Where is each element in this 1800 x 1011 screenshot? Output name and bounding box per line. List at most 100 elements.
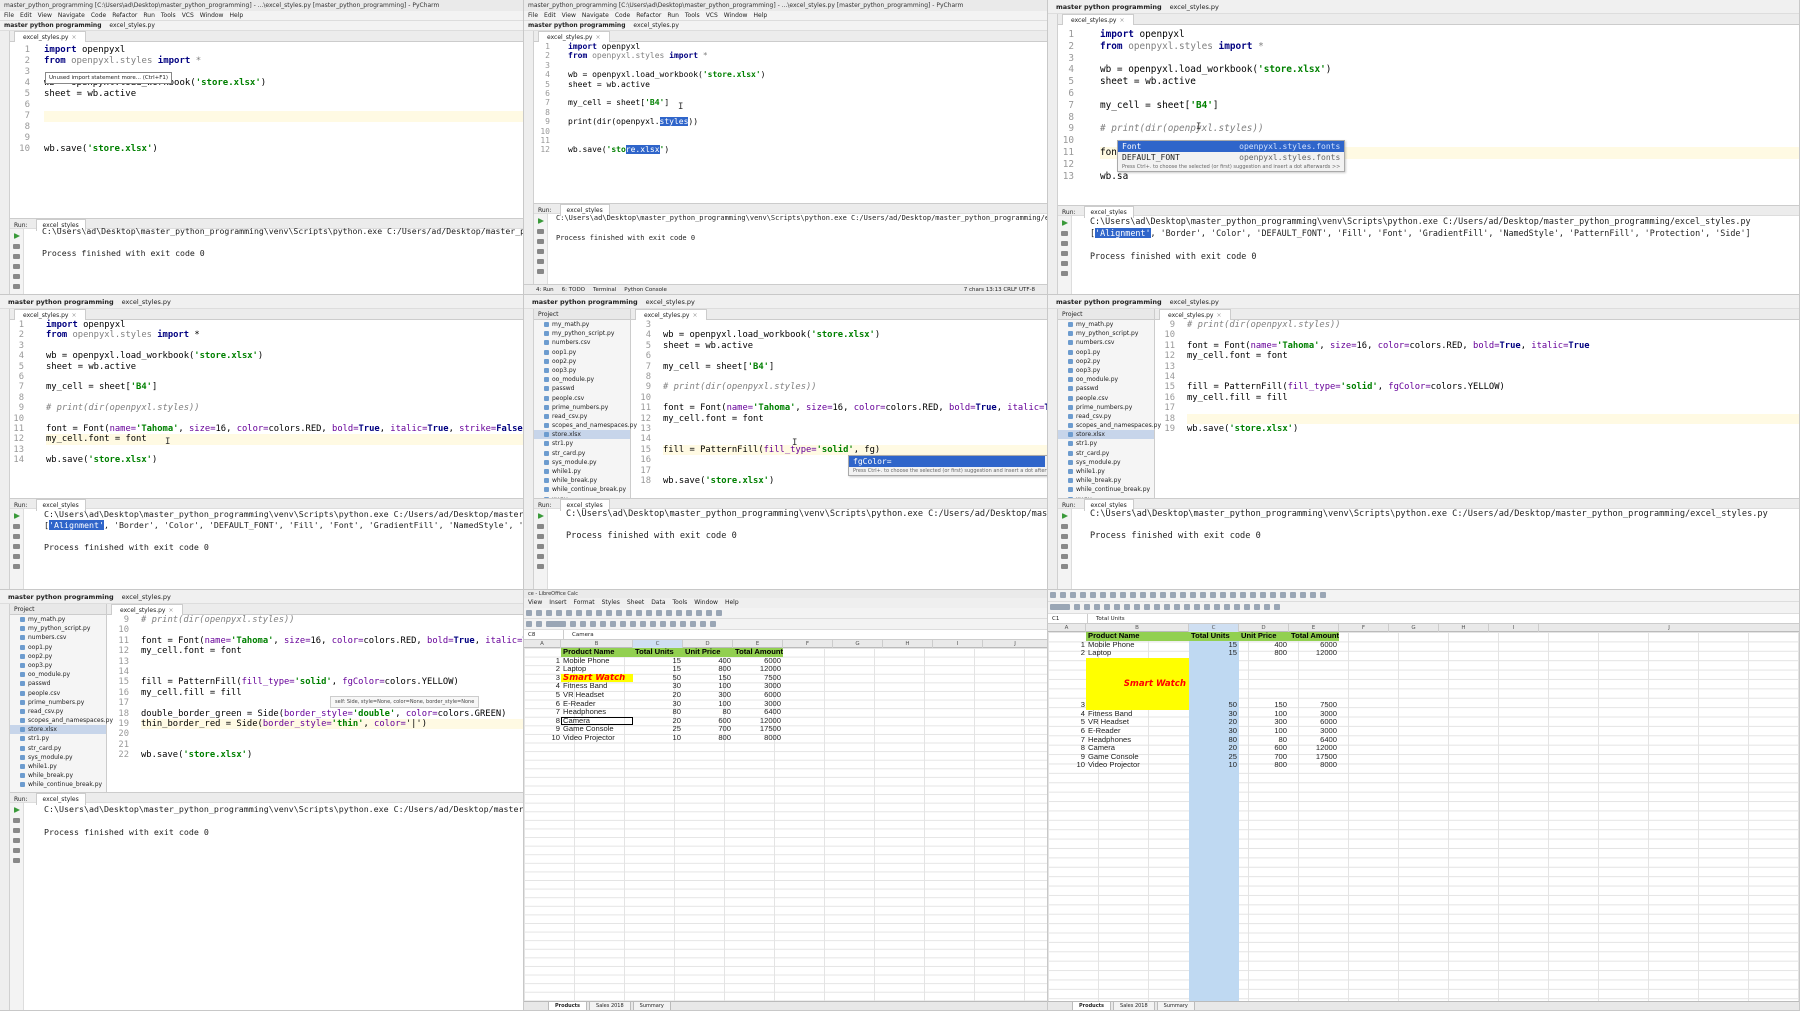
left-tool-strip[interactable] [1048, 14, 1058, 294]
code-line[interactable]: font = Font(name='Tahoma', size=16, colo… [46, 424, 523, 434]
breadcrumb-file[interactable]: excel_styles.py [109, 22, 154, 29]
row-id[interactable]: 10 [524, 734, 560, 743]
header-unit-price[interactable]: Unit Price [683, 648, 733, 657]
project-tree[interactable]: Project my_math.py my_python_script.py num… [1058, 309, 1161, 503]
cell-total-amount[interactable]: 12000 [733, 665, 781, 674]
column-header-d[interactable]: D [1239, 624, 1289, 632]
left-tool-strip[interactable] [0, 31, 10, 294]
code-line[interactable]: ​ [46, 372, 523, 382]
project-file-item[interactable]: sys_module.py [10, 753, 106, 762]
cell-product-name[interactable]: E-Reader [1086, 727, 1189, 736]
cell-unit-price[interactable]: 100 [1239, 727, 1287, 736]
cell-total-amount[interactable]: 3000 [733, 700, 781, 709]
code-line[interactable]: ​ [1100, 112, 1799, 124]
code-text[interactable]: import openpyxl from openpyxl.styles impo… [44, 45, 523, 155]
cell-total-amount[interactable]: 3000 [733, 682, 781, 691]
cell-product-name[interactable]: Game Console [561, 725, 633, 734]
breadcrumb-file[interactable]: excel_styles.py [122, 593, 171, 601]
pause-icon[interactable] [1061, 241, 1068, 246]
project-file-item[interactable]: people.csv [1058, 394, 1154, 403]
cell-total-units[interactable]: 80 [633, 708, 681, 717]
project-file-item[interactable]: scopes_and_namespaces.py [534, 421, 637, 430]
row-id[interactable]: 8 [524, 717, 560, 726]
left-tool-strip[interactable] [1048, 309, 1058, 589]
rerun-icon[interactable] [13, 513, 20, 519]
cell-total-units[interactable]: 20 [633, 717, 681, 726]
scroll-icon[interactable] [1061, 251, 1068, 256]
delete-icon[interactable] [537, 269, 544, 274]
print-icon[interactable] [13, 554, 20, 559]
tab-excel-styles[interactable]: excel_styles.py × [1062, 14, 1134, 25]
column-header-a[interactable]: A [1048, 624, 1086, 632]
breadcrumb-project[interactable]: master python programming [8, 298, 114, 306]
breadcrumb-project[interactable]: master python programming [1056, 298, 1162, 306]
pause-icon[interactable] [13, 534, 20, 539]
project-file-item[interactable]: while_continue_break.py [10, 780, 106, 789]
code-line[interactable]: ​ [663, 320, 1047, 330]
row-id[interactable]: 4 [1048, 710, 1085, 719]
cell-total-amount[interactable]: 12000 [1289, 744, 1337, 753]
pause-icon[interactable] [13, 254, 20, 259]
code-editor[interactable]: 1 2 3 4 5 6 7 8 9 10 11 12 13 import openpyxl from ope… [1058, 29, 1799, 204]
code-line[interactable]: my_cell.font = font [141, 646, 523, 656]
project-file-item[interactable]: my_math.py [534, 320, 630, 329]
cell-total-units[interactable]: 30 [1189, 710, 1237, 719]
cell-total-units[interactable]: 50 [1189, 658, 1237, 710]
code-line[interactable]: ​ [46, 445, 523, 455]
row-id[interactable]: 7 [524, 708, 560, 717]
row-id[interactable]: 2 [524, 665, 560, 674]
code-line[interactable]: ​ [44, 100, 523, 111]
code-line[interactable]: ​ [663, 393, 1047, 403]
cell-product-name[interactable]: Video Projector [561, 734, 633, 743]
project-file-item[interactable]: people.csv [534, 394, 630, 403]
code-text[interactable]: # print(dir(openpyxl.styles))​font = Fon… [1187, 320, 1799, 434]
menu-view[interactable]: View [562, 12, 576, 19]
project-file-item[interactable]: str_card.py [1058, 449, 1154, 458]
stop-icon[interactable] [13, 244, 20, 249]
cell-total-units[interactable]: 80 [1189, 736, 1237, 745]
cell-unit-price[interactable]: 300 [683, 691, 731, 700]
column-header-b[interactable]: B [1086, 624, 1189, 632]
cell-total-amount[interactable]: 3000 [1289, 710, 1337, 719]
code-line[interactable]: ​ [44, 122, 523, 133]
cell-product-name[interactable]: VR Headset [1086, 718, 1189, 727]
calc-menu-format[interactable]: Format [573, 599, 594, 606]
code-line[interactable]: ​ [1187, 403, 1799, 413]
print-icon[interactable] [13, 274, 20, 279]
status-tab-run[interactable]: 4: Run [536, 287, 554, 293]
menu-run[interactable]: Run [667, 12, 679, 19]
cell-total-amount[interactable]: 7500 [1289, 658, 1337, 710]
cell-unit-price[interactable]: 700 [1239, 753, 1287, 762]
project-file-item[interactable]: oop2.py [1058, 357, 1154, 366]
code-line[interactable]: wb.save('store.xlsx') [663, 476, 1047, 486]
sheet-tab-products[interactable]: Products [1072, 1002, 1112, 1010]
code-line[interactable]: ​ [141, 657, 523, 667]
column-header-c[interactable]: C [1189, 624, 1239, 632]
cell-product-name[interactable]: Laptop [561, 665, 633, 674]
code-line[interactable]: sheet = wb.active [663, 341, 1047, 351]
column-header-g[interactable]: G [1389, 624, 1439, 632]
project-file-item[interactable]: oop3.py [1058, 366, 1154, 375]
pause-icon[interactable] [13, 828, 20, 833]
rerun-icon[interactable] [537, 513, 544, 519]
calc-toolbar-formatting[interactable] [524, 619, 1047, 630]
header-total-amount[interactable]: Total Amount [733, 648, 783, 657]
column-header-j[interactable]: J [1539, 624, 1799, 632]
code-line[interactable]: wb.save('store.xlsx') [568, 145, 1047, 155]
project-file-item[interactable]: store.xlsx [10, 725, 106, 735]
breadcrumb-project[interactable]: master python programming [4, 22, 102, 29]
rerun-icon[interactable] [13, 233, 20, 239]
cell-unit-price[interactable]: 400 [1239, 641, 1287, 650]
cell-unit-price[interactable]: 800 [683, 665, 731, 674]
rerun-icon[interactable] [1061, 220, 1068, 226]
close-icon[interactable]: × [71, 34, 76, 41]
sheet-tab-sales-2018[interactable]: Sales 2018 [589, 1002, 631, 1010]
project-file-item[interactable]: read_csv.py [1058, 412, 1154, 421]
code-line[interactable]: ​ [568, 136, 1047, 145]
row-id[interactable]: 10 [1048, 761, 1085, 770]
code-line[interactable]: sheet = wb.active [44, 89, 523, 100]
menu-navigate[interactable]: Navigate [58, 12, 85, 19]
code-line[interactable]: my_cell.font = font [663, 414, 1047, 424]
row-id[interactable]: 6 [524, 700, 560, 709]
cell-unit-price[interactable]: 600 [683, 717, 731, 726]
